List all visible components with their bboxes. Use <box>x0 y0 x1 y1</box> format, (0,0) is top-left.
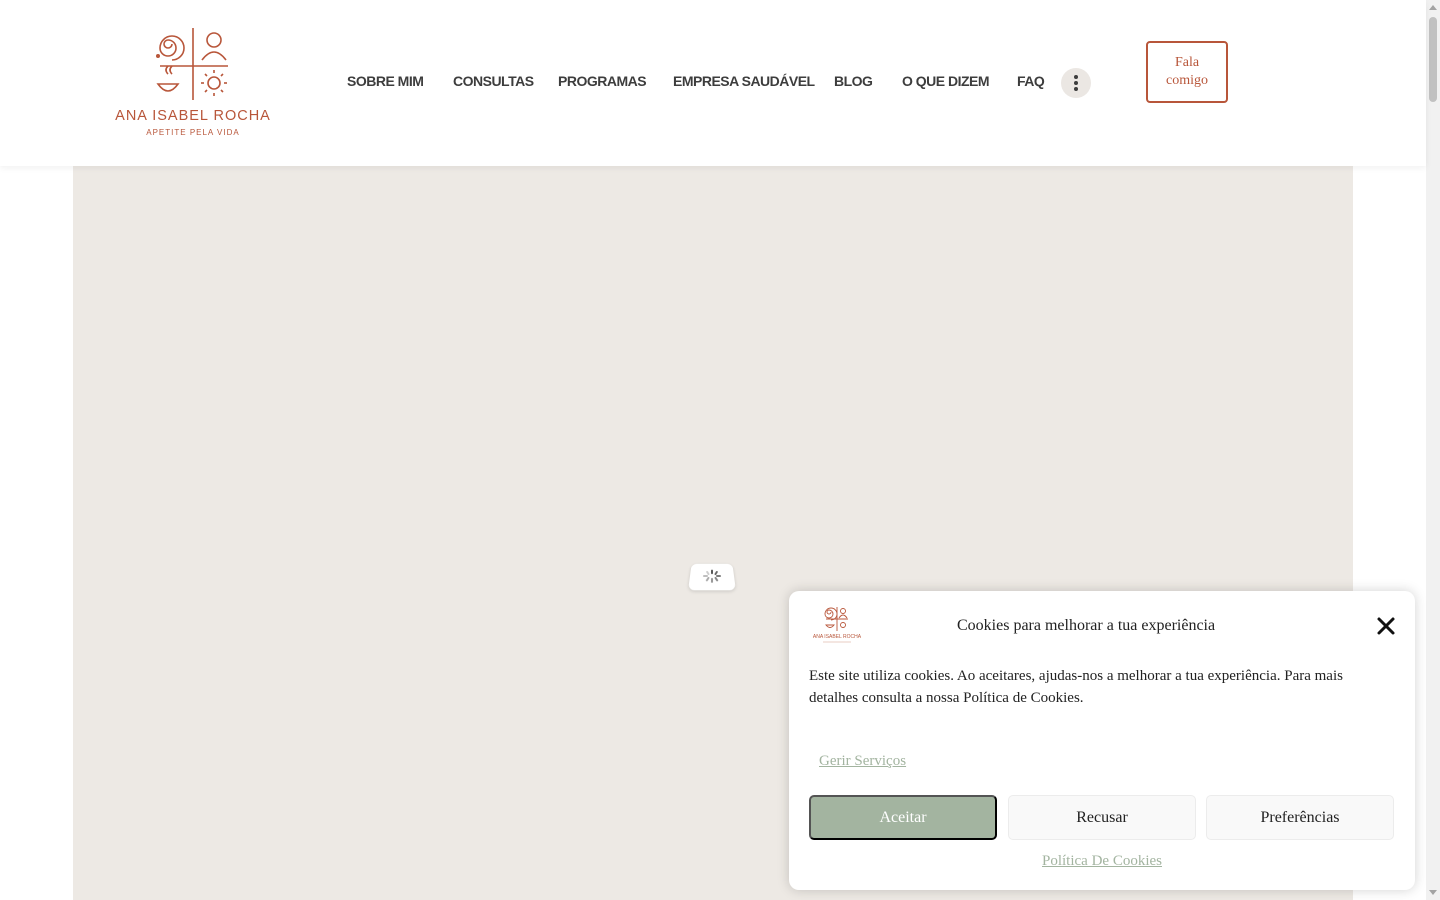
nav-item-blog[interactable]: BLOG <box>834 73 873 89</box>
nav-item-consultas[interactable]: CONSULTAS <box>453 73 534 89</box>
nav-item-empresa-saudavel[interactable]: EMPRESA SAUDÁVEL <box>673 73 815 89</box>
nav-item-sobre-mim[interactable]: SOBRE MIM <box>347 73 424 89</box>
svg-text:ANA ISABEL ROCHA: ANA ISABEL ROCHA <box>813 634 862 640</box>
more-vertical-icon <box>1074 75 1078 79</box>
site-header: ANA ISABEL ROCHA APETITE PELA VIDA SOBRE… <box>0 0 1426 166</box>
nav-item-o-que-dizem[interactable]: O QUE DIZEM <box>902 73 990 89</box>
nav-item-programas[interactable]: PROGRAMAS <box>558 73 647 89</box>
scroll-down-arrow-icon[interactable] <box>1429 890 1437 895</box>
cookie-policy-link[interactable]: Política De Cookies <box>1042 853 1162 869</box>
logo-name: ANA ISABEL ROCHA <box>115 108 271 124</box>
spinner-icon <box>700 570 724 583</box>
contact-button-label: Fala comigo <box>1166 55 1208 88</box>
scroll-thumb[interactable] <box>1429 17 1437 102</box>
cookie-logo-icon: ANA ISABEL ROCHA <box>813 607 862 643</box>
logo-mark-icon <box>155 28 228 100</box>
logo-tagline: APETITE PELA VIDA <box>146 128 240 137</box>
more-menu-button[interactable] <box>1061 68 1091 98</box>
preferences-button[interactable]: Preferências <box>1206 795 1394 840</box>
logo[interactable]: ANA ISABEL ROCHA APETITE PELA VIDA <box>112 26 274 140</box>
close-icon[interactable] <box>1375 615 1397 637</box>
cookie-message: Este site utiliza cookies. Ao aceitares,… <box>809 668 1343 706</box>
deny-button[interactable]: Recusar <box>1008 795 1196 840</box>
cookie-dialog: ANA ISABEL ROCHA Cookies para melhorar a… <box>789 591 1415 890</box>
loading-indicator <box>688 563 736 591</box>
cookie-title: Cookies para melhorar a tua experiência <box>957 617 1216 634</box>
scrollbar[interactable] <box>1426 0 1440 900</box>
accept-button[interactable]: Aceitar <box>809 795 997 840</box>
close-x-icon <box>1377 617 1395 635</box>
nav-item-faq[interactable]: FAQ <box>1017 73 1045 89</box>
contact-button[interactable]: Fala comigo <box>1146 41 1228 103</box>
scroll-up-arrow-icon[interactable] <box>1429 5 1437 10</box>
manage-services-link[interactable]: Gerir Serviços <box>819 753 906 770</box>
